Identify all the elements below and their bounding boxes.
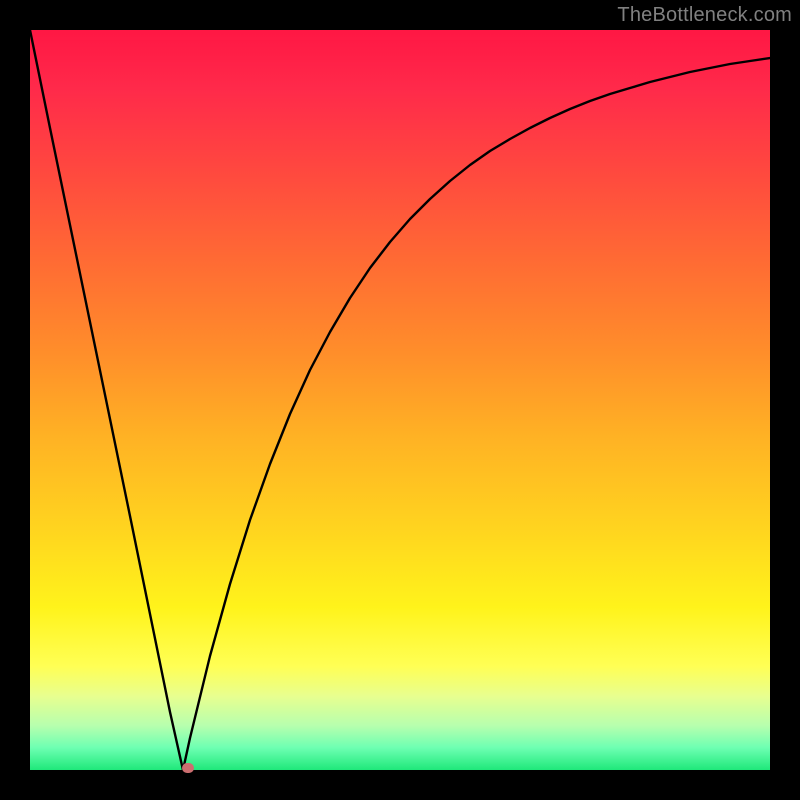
- watermark-text: TheBottleneck.com: [617, 4, 792, 27]
- chart-area: [30, 30, 770, 770]
- bottleneck-curve: [30, 30, 770, 770]
- optimum-marker: [182, 763, 194, 773]
